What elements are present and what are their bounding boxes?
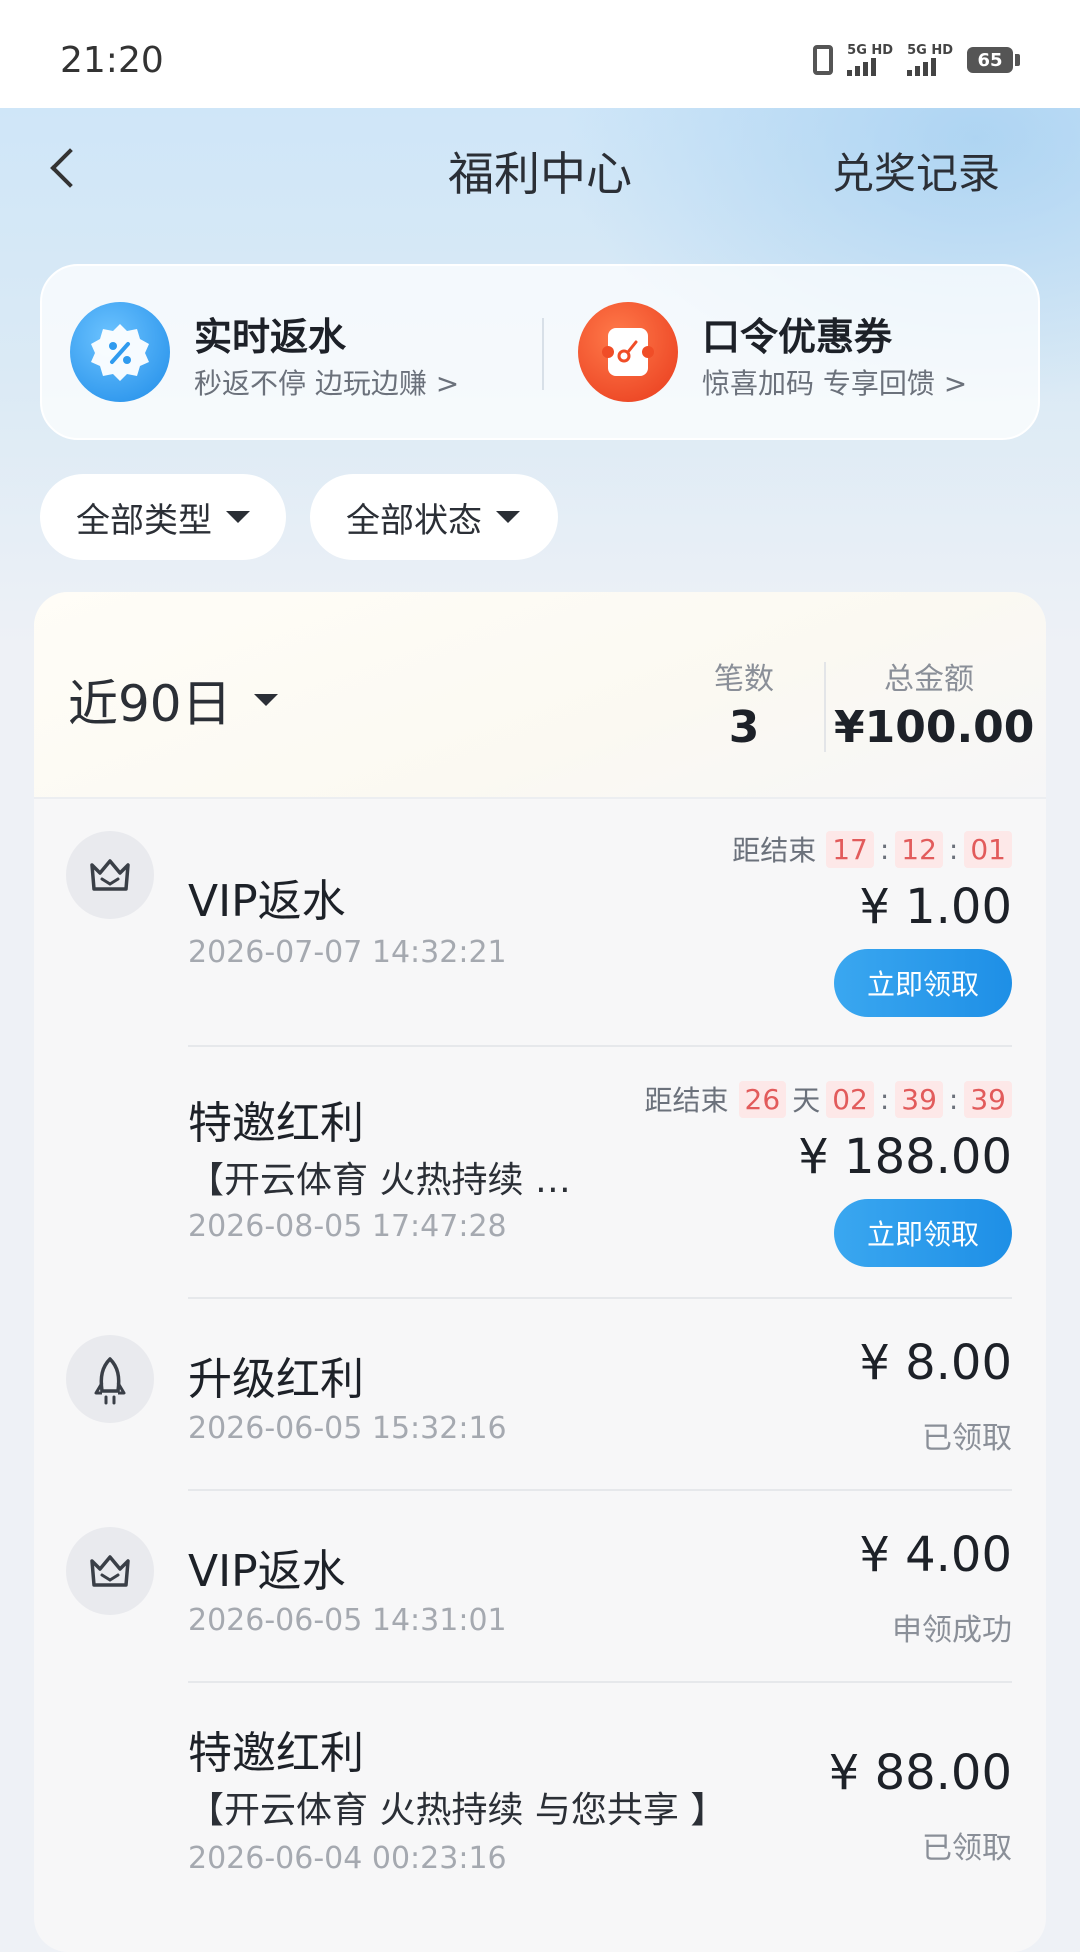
record-date: 2026-07-07 14:32:21 <box>188 935 507 970</box>
record-row: 特邀红利 【开云体育 火热持续 … 2026-08-05 17:47:28 距结… <box>34 1047 1046 1299</box>
countdown-label: 距结束 <box>644 1084 729 1117</box>
countdown-minutes: 39 <box>895 1080 943 1118</box>
crown-icon <box>66 831 154 919</box>
period-selector[interactable]: 近90日 <box>68 664 278 736</box>
countdown: 距结束 17 : 12 : 01 <box>732 829 1012 869</box>
caret-down-icon <box>226 511 250 523</box>
records-card: 近90日 笔数 3 总金额 ¥100.00 VIP返水 2026-07-07 1… <box>34 592 1046 1952</box>
record-amount: ¥ 1.00 <box>859 879 1012 935</box>
rocket-icon <box>66 1335 154 1423</box>
total-value: ¥100.00 <box>834 702 1035 753</box>
countdown-label: 距结束 <box>732 834 817 867</box>
countdown-hours: 17 <box>826 830 874 868</box>
countdown-minutes: 12 <box>895 830 943 868</box>
record-status: 已领取 <box>922 1831 1012 1866</box>
record-date: 2026-06-05 14:31:01 <box>188 1603 507 1638</box>
record-amount: ¥ 4.00 <box>859 1527 1012 1583</box>
filter-status-dropdown[interactable]: 全部状态 <box>310 474 558 560</box>
countdown-day-unit: 天 <box>792 1084 821 1117</box>
crown-icon <box>66 1527 154 1615</box>
record-amount: ¥ 88.00 <box>828 1745 1012 1801</box>
record-title: VIP返水 <box>188 876 346 927</box>
record-subtitle: 【开云体育 火热持续 与您共享 】 <box>188 1790 727 1831</box>
claim-button[interactable]: 立即领取 <box>834 1199 1012 1267</box>
promo-subtitle: 秒返不停 边玩边赚 > <box>194 367 460 400</box>
record-row: 升级红利 2026-06-05 15:32:16 ¥ 8.00 已领取 <box>34 1299 1046 1491</box>
record-row: VIP返水 2026-07-07 14:32:21 距结束 17 : 12 : … <box>34 797 1046 1047</box>
caret-down-icon <box>253 694 278 706</box>
filter-type-dropdown[interactable]: 全部类型 <box>40 474 286 560</box>
total-label: 总金额 <box>884 662 974 697</box>
status-bar: 21:20 5G HD 5G HD 65 <box>0 0 1080 108</box>
filter-status-label: 全部状态 <box>346 500 482 541</box>
record-date: 2026-08-05 17:47:28 <box>188 1209 507 1244</box>
record-title: 升级红利 <box>188 1354 364 1405</box>
count-label: 笔数 <box>714 662 774 697</box>
status-icons: 5G HD 5G HD 65 <box>813 44 1020 76</box>
promo-divider <box>542 318 544 390</box>
countdown: 距结束 26 天 02 : 39 : 39 <box>645 1079 1012 1119</box>
record-subtitle: 【开云体育 火热持续 … <box>188 1160 571 1201</box>
record-status: 申领成功 <box>892 1613 1012 1648</box>
promo-subtitle: 惊喜加码 专享回馈 > <box>702 367 968 400</box>
countdown-hours: 02 <box>826 1080 874 1118</box>
countdown-seconds: 39 <box>964 1080 1012 1118</box>
record-date: 2026-06-05 15:32:16 <box>188 1411 507 1446</box>
promo-title: 口令优惠券 <box>702 315 893 359</box>
record-title: 特邀红利 <box>188 1098 364 1149</box>
summary-header: 近90日 笔数 3 总金额 ¥100.00 <box>34 592 1046 799</box>
caret-down-icon <box>496 511 520 523</box>
record-row: 特邀红利 【开云体育 火热持续 与您共享 】 2026-06-04 00:23:… <box>34 1683 1046 1923</box>
promo-card: 实时返水 秒返不停 边玩边赚 > 口令优惠券 惊喜加码 专享回馈 > <box>40 264 1040 440</box>
promo-title: 实时返水 <box>194 315 347 359</box>
percent-badge-icon <box>70 302 170 402</box>
promo-coupon[interactable]: 口令优惠券 惊喜加码 专享回馈 > <box>578 302 1018 412</box>
record-status: 已领取 <box>922 1421 1012 1456</box>
signal-icon: 5G HD <box>907 44 953 76</box>
battery-icon: 65 <box>967 47 1013 73</box>
countdown-seconds: 01 <box>964 830 1012 868</box>
promo-realtime-rebate[interactable]: 实时返水 秒返不停 边玩边赚 > <box>70 302 530 412</box>
network-label: 5G HD <box>907 43 953 58</box>
record-title: VIP返水 <box>188 1546 346 1597</box>
status-time: 21:20 <box>60 40 164 81</box>
filter-type-label: 全部类型 <box>76 500 212 541</box>
stat-divider <box>824 662 826 752</box>
record-amount: ¥ 8.00 <box>859 1335 1012 1391</box>
record-row: VIP返水 2026-06-05 14:31:01 ¥ 4.00 申领成功 <box>34 1491 1046 1683</box>
record-date: 2026-06-04 00:23:16 <box>188 1841 507 1876</box>
period-label: 近90日 <box>68 675 232 733</box>
network-label: 5G HD <box>847 43 894 58</box>
count-value: 3 <box>728 702 760 753</box>
vibrate-icon <box>813 45 834 75</box>
ticket-icon <box>578 302 678 402</box>
countdown-days: 26 <box>738 1080 787 1118</box>
claim-button[interactable]: 立即领取 <box>834 949 1012 1017</box>
record-amount: ¥ 188.00 <box>798 1129 1012 1185</box>
signal-icon: 5G HD <box>847 44 893 76</box>
record-title: 特邀红利 <box>188 1728 364 1779</box>
redeem-records-link[interactable]: 兑奖记录 <box>832 140 1000 201</box>
